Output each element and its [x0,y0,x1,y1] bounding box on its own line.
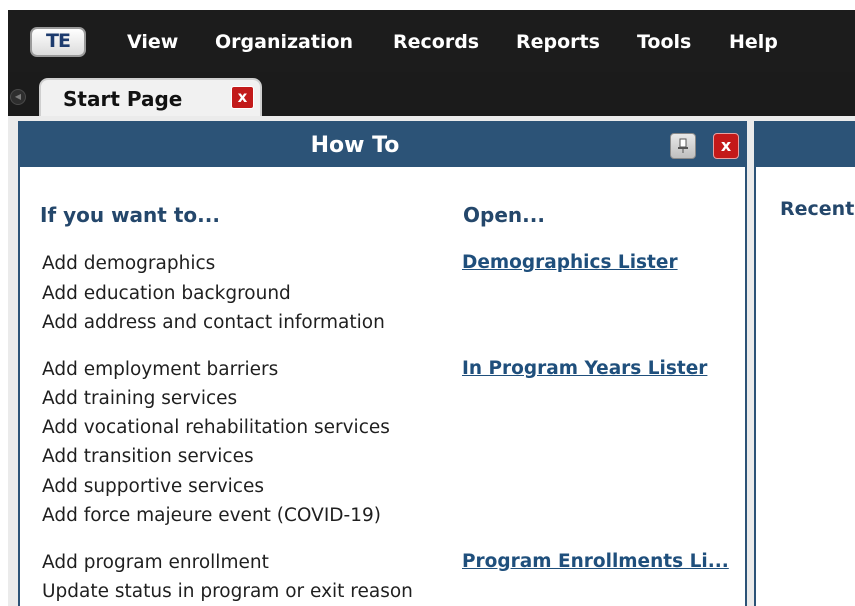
recent-panel-header [756,123,855,167]
task-item: Add program enrollment [42,552,269,573]
link-in-program-years-lister[interactable]: In Program Years Lister [462,358,707,379]
task-item: Update status in program or exit reason [42,581,413,602]
menu-records[interactable]: Records [393,28,479,56]
recent-panel: Recent [754,121,855,606]
content-area: How To x If you want to... Open... Add d… [8,116,855,606]
task-item: Add address and contact information [42,312,385,333]
menu-reports[interactable]: Reports [516,28,600,56]
recent-label: Recent [780,198,855,220]
tab-strip: ◀ Start Page x [8,72,855,116]
scroll-left-icon[interactable]: ◀ [10,89,26,105]
task-item: Add vocational rehabilitation services [42,417,390,438]
task-item: Add force majeure event (COVID-19) [42,505,381,526]
close-icon[interactable]: x [713,133,739,159]
tab-start-page[interactable]: Start Page x [39,78,262,116]
pin-icon[interactable] [670,133,696,159]
howto-panel: How To x If you want to... Open... Add d… [18,121,747,606]
task-item: Add employment barriers [42,359,279,380]
app-logo[interactable]: TE [30,27,86,57]
howto-panel-header: How To x [20,123,745,167]
application-window: TE View Organization Records Reports Too… [8,10,855,606]
menu-bar: TE View Organization Records Reports Too… [8,10,855,72]
task-item: Add supportive services [42,476,264,497]
menu-help[interactable]: Help [729,28,778,56]
panel-title: How To [310,133,400,158]
menu-view[interactable]: View [127,28,178,56]
task-item: Add demographics [42,253,216,274]
tab-close-icon[interactable]: x [231,86,254,109]
tab-label: Start Page [63,87,183,111]
task-item: Add education background [42,283,291,304]
menu-tools[interactable]: Tools [637,28,691,56]
task-item: Add training services [42,388,238,409]
task-item: Add transition services [42,446,254,467]
link-program-enrollments-lister[interactable]: Program Enrollments Li... [462,551,729,572]
menu-organization[interactable]: Organization [215,28,353,56]
column-header-open: Open... [463,203,545,227]
column-header-want: If you want to... [40,203,220,227]
link-demographics-lister[interactable]: Demographics Lister [462,252,678,273]
